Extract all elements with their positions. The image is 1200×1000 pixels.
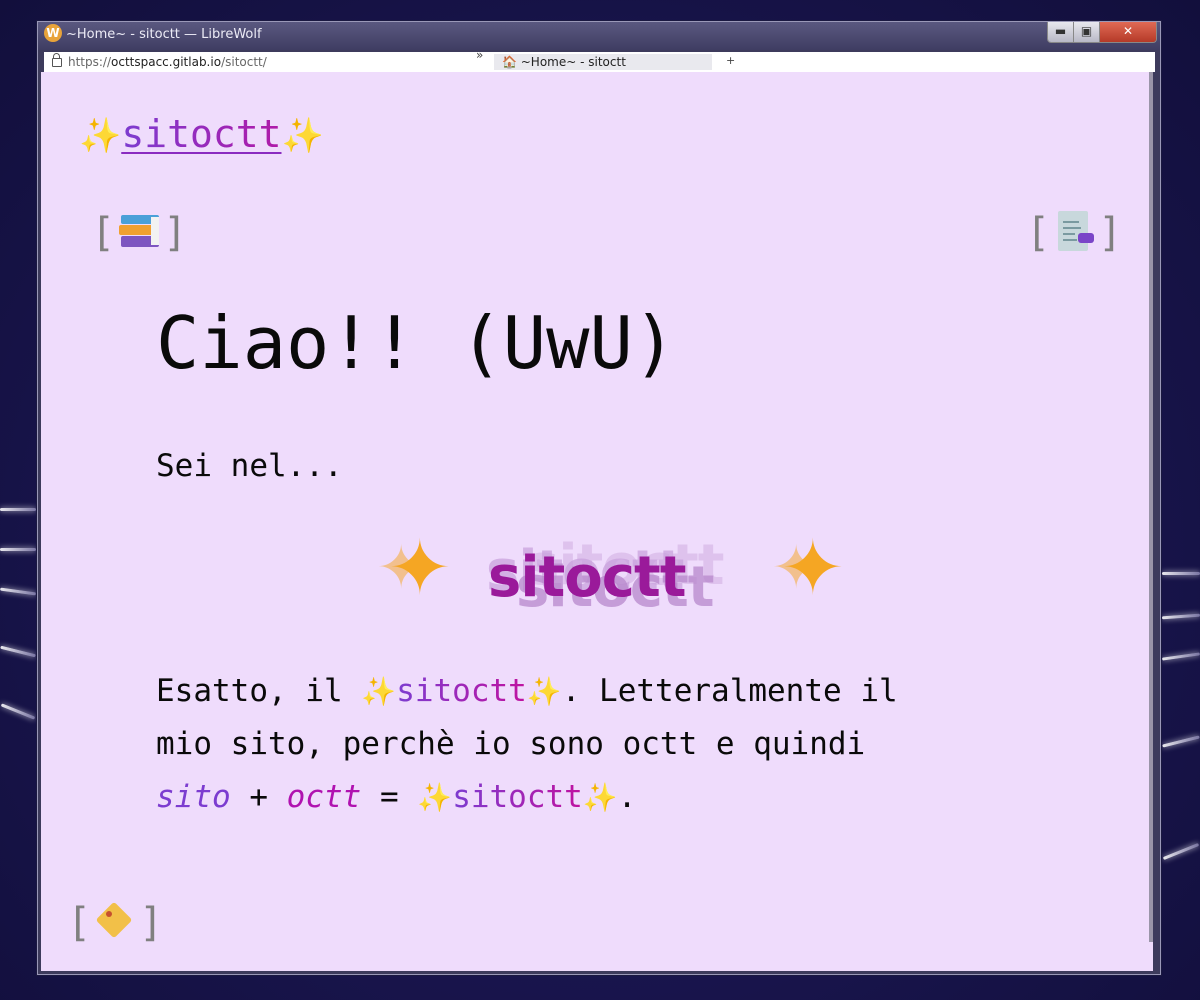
url-bar[interactable]: https://octtspacc.gitlab.io/sitoctt/ bbox=[44, 52, 482, 72]
text-span: . bbox=[617, 779, 637, 815]
italic-octt: octt bbox=[286, 779, 362, 815]
posts-button[interactable]: [ ] bbox=[1026, 210, 1122, 256]
window-controls: ▬ ▣ ✕ bbox=[1047, 22, 1157, 43]
text-span: Esatto, il bbox=[156, 673, 362, 709]
nav-menu-button[interactable]: [ ] bbox=[91, 210, 187, 256]
light-streak bbox=[0, 548, 36, 551]
tags-button[interactable]: [ ] bbox=[67, 900, 163, 946]
bracket-open: [ bbox=[91, 210, 116, 256]
new-tab-button[interactable]: + bbox=[726, 54, 735, 67]
browser-window: W ~Home~ - sitoctt — LibreWolf ▬ ▣ ✕ htt… bbox=[37, 21, 1161, 975]
intro-text: Sei nel... bbox=[156, 448, 343, 484]
text-span: = bbox=[361, 779, 418, 815]
tab-home[interactable]: 🏠 ~Home~ - sitoctt bbox=[494, 54, 712, 70]
bracket-open: [ bbox=[1026, 210, 1051, 256]
bracket-close: ] bbox=[163, 210, 188, 256]
inline-sitoctt: sitoctt bbox=[396, 673, 527, 709]
sparkles-icon: ✦ bbox=[388, 523, 452, 612]
text-span: mio sito, perchè io sono octt e quindi bbox=[156, 726, 866, 762]
tag-icon bbox=[93, 901, 137, 945]
close-button[interactable]: ✕ bbox=[1100, 22, 1156, 42]
bracket-close: ] bbox=[139, 900, 164, 946]
text-span: . Letteralmente il bbox=[561, 673, 898, 709]
librewolf-icon: W bbox=[44, 24, 62, 42]
inline-sitoctt: sitoctt bbox=[452, 779, 583, 815]
url-host: octtspacc.gitlab.io bbox=[111, 55, 222, 69]
page-viewport: ✨sitoctt✨ [ ] [ ] Ciao!! (UwU) Sei nel..… bbox=[41, 72, 1153, 971]
sparkles-icon: ✨ bbox=[79, 116, 122, 156]
url-path: /sitoctt/ bbox=[221, 55, 267, 69]
url-protocol: https:// bbox=[68, 55, 112, 69]
scrollbar[interactable] bbox=[1149, 72, 1153, 942]
browser-toolbar: https://octtspacc.gitlab.io/sitoctt/ » 🏠… bbox=[44, 48, 1155, 72]
bracket-close: ] bbox=[1098, 210, 1123, 256]
minimize-button[interactable]: ▬ bbox=[1048, 22, 1074, 42]
site-logo-text: sitoctt bbox=[121, 112, 282, 156]
window-title: ~Home~ - sitoctt — LibreWolf bbox=[66, 27, 262, 42]
sparkles-icon: ✦ bbox=[781, 523, 845, 612]
page-title: Ciao!! (UwU) bbox=[156, 301, 677, 385]
sparkles-icon: ✨ bbox=[417, 781, 453, 814]
italic-sito: sito bbox=[156, 779, 231, 815]
text-span: + bbox=[230, 779, 287, 815]
light-streak bbox=[1162, 572, 1200, 575]
banner-text: sitoctt bbox=[488, 545, 687, 610]
window-titlebar[interactable]: W ~Home~ - sitoctt — LibreWolf ▬ ▣ ✕ bbox=[38, 22, 1160, 50]
site-logo-link[interactable]: ✨sitoctt✨ bbox=[79, 112, 324, 158]
sparkles-icon: ✨ bbox=[582, 781, 618, 814]
document-pen-icon bbox=[1052, 211, 1096, 255]
sparkles-icon: ✨ bbox=[526, 675, 562, 708]
maximize-button[interactable]: ▣ bbox=[1074, 22, 1100, 42]
books-icon bbox=[117, 211, 161, 255]
body-paragraph: Esatto, il ✨sitoctt✨. Letteralmente il m… bbox=[156, 665, 1056, 824]
bracket-open: [ bbox=[67, 900, 92, 946]
tabs-overflow-chevron-icon[interactable]: » bbox=[476, 48, 483, 62]
sparkles-icon: ✨ bbox=[281, 116, 324, 156]
sparkles-icon: ✨ bbox=[361, 675, 397, 708]
lock-icon bbox=[52, 53, 62, 67]
light-streak bbox=[0, 508, 36, 511]
sitoctt-banner: ✦ ✦ sitoctt sitoctt sitoctt sitoctt ✦ ✦ bbox=[376, 523, 856, 627]
